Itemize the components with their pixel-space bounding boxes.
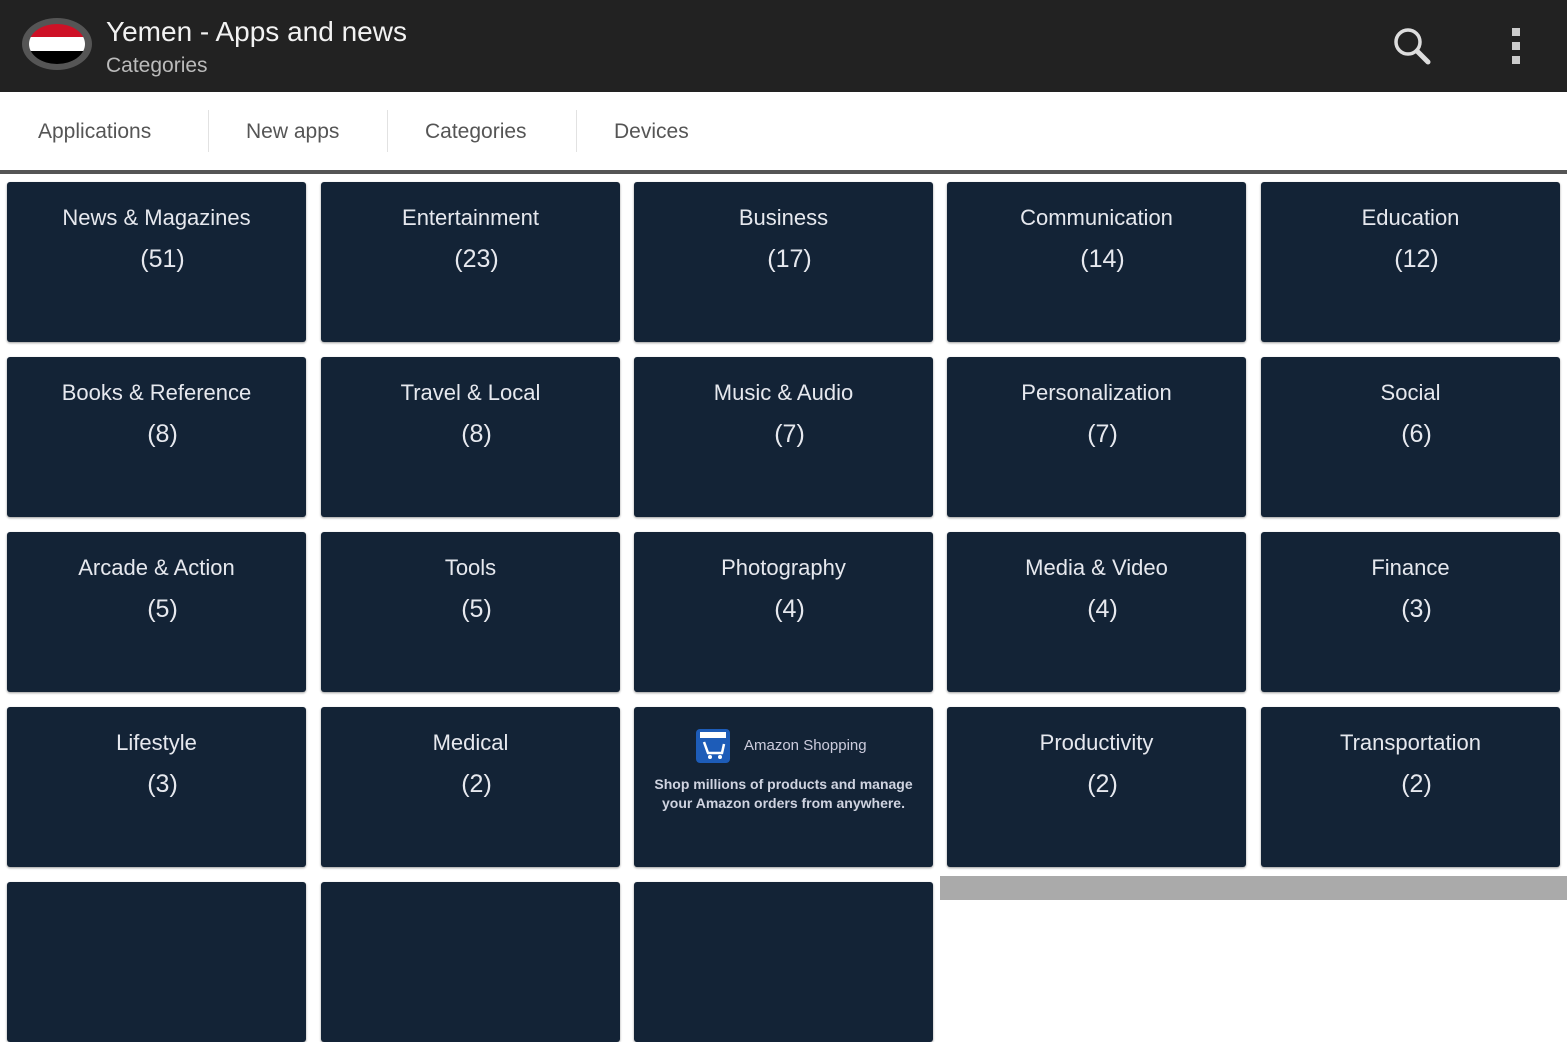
category-count: (51) <box>140 245 185 273</box>
category-name: Finance <box>1371 555 1450 580</box>
category-name: Books & Reference <box>61 380 252 405</box>
category-tile[interactable]: Education (12) <box>1261 182 1560 342</box>
category-name: News & Magazines <box>62 205 251 230</box>
category-name: Travel & Local <box>400 380 541 405</box>
ad-tile-amazon-shopping[interactable]: Amazon Shopping Shop millions of products… <box>634 707 933 867</box>
category-tile[interactable]: Tools (5) <box>321 532 620 692</box>
category-name: Media & Video <box>1025 555 1168 580</box>
yemen-flag-logo <box>22 18 92 70</box>
category-name: Lifestyle <box>116 730 197 755</box>
category-tile[interactable]: Personalization (7) <box>947 357 1246 517</box>
category-count: (4) <box>774 595 805 623</box>
app-subtitle: Categories <box>106 54 208 77</box>
category-count: (4) <box>1087 595 1118 623</box>
category-tile[interactable]: Travel & Local (8) <box>321 357 620 517</box>
category-count: (6) <box>1401 420 1432 448</box>
category-tile[interactable] <box>7 882 306 1042</box>
category-tile[interactable]: Finance (3) <box>1261 532 1560 692</box>
category-name: Business <box>738 205 829 230</box>
category-tile[interactable]: Arcade & Action (5) <box>7 532 306 692</box>
category-tile[interactable]: Business (17) <box>634 182 933 342</box>
category-tile[interactable]: Books & Reference (8) <box>7 357 306 517</box>
tab-applications[interactable]: Applications <box>38 92 151 170</box>
category-count: (7) <box>774 420 805 448</box>
amazon-cart-icon <box>696 729 730 763</box>
category-count: (23) <box>454 245 499 273</box>
app-bar: Yemen - Apps and news Categories <box>0 0 1567 92</box>
category-tile[interactable] <box>321 882 620 1042</box>
category-tile[interactable]: Music & Audio (7) <box>634 357 933 517</box>
bottom-overlay <box>940 876 1567 900</box>
category-tile[interactable]: Lifestyle (3) <box>7 707 306 867</box>
category-count: (8) <box>461 420 492 448</box>
category-count: (17) <box>767 245 812 273</box>
overflow-menu-icon[interactable] <box>1492 22 1540 70</box>
category-name: Personalization <box>1021 380 1172 405</box>
tab-categories[interactable]: Categories <box>425 92 527 170</box>
category-tile[interactable]: Productivity (2) <box>947 707 1246 867</box>
category-count: (3) <box>1401 595 1432 623</box>
category-tile[interactable] <box>634 882 933 1042</box>
ad-title: Amazon Shopping <box>744 737 867 754</box>
tab-bar: Applications New apps Categories Devices <box>0 92 1567 174</box>
category-tile[interactable]: Entertainment (23) <box>321 182 620 342</box>
category-tile[interactable]: Photography (4) <box>634 532 933 692</box>
category-tile[interactable]: Communication (14) <box>947 182 1246 342</box>
category-count: (7) <box>1087 420 1118 448</box>
app-title: Yemen - Apps and news <box>106 16 407 47</box>
category-name: Social <box>1380 380 1441 405</box>
tab-divider <box>576 110 577 152</box>
category-count: (8) <box>147 420 178 448</box>
category-count: (2) <box>1087 770 1118 798</box>
category-count: (14) <box>1080 245 1125 273</box>
tab-divider <box>208 110 209 152</box>
category-count: (12) <box>1394 245 1439 273</box>
category-count: (2) <box>461 770 492 798</box>
category-tile[interactable]: Medical (2) <box>321 707 620 867</box>
search-icon[interactable] <box>1388 22 1436 70</box>
tab-devices[interactable]: Devices <box>614 92 689 170</box>
category-name: Entertainment <box>402 205 539 230</box>
ad-description: Shop millions of products and manage you… <box>654 776 913 811</box>
category-name: Medical <box>432 730 509 755</box>
category-name: Transportation <box>1339 730 1482 755</box>
category-count: (5) <box>147 595 178 623</box>
category-name: Arcade & Action <box>78 555 235 580</box>
category-name: Productivity <box>1039 730 1154 755</box>
tab-new-apps[interactable]: New apps <box>246 92 339 170</box>
category-tile[interactable]: Transportation (2) <box>1261 707 1560 867</box>
category-count: (5) <box>461 595 492 623</box>
category-tile[interactable]: Media & Video (4) <box>947 532 1246 692</box>
category-tile[interactable]: Social (6) <box>1261 357 1560 517</box>
category-name: Communication <box>1020 205 1173 230</box>
category-name: Photography <box>721 555 846 580</box>
category-tile[interactable]: News & Magazines (51) <box>7 182 306 342</box>
category-name: Education <box>1361 205 1460 230</box>
tab-divider <box>387 110 388 152</box>
category-count: (2) <box>1401 770 1432 798</box>
category-name: Music & Audio <box>713 380 854 405</box>
category-name: Tools <box>444 555 497 580</box>
category-count: (3) <box>147 770 178 798</box>
